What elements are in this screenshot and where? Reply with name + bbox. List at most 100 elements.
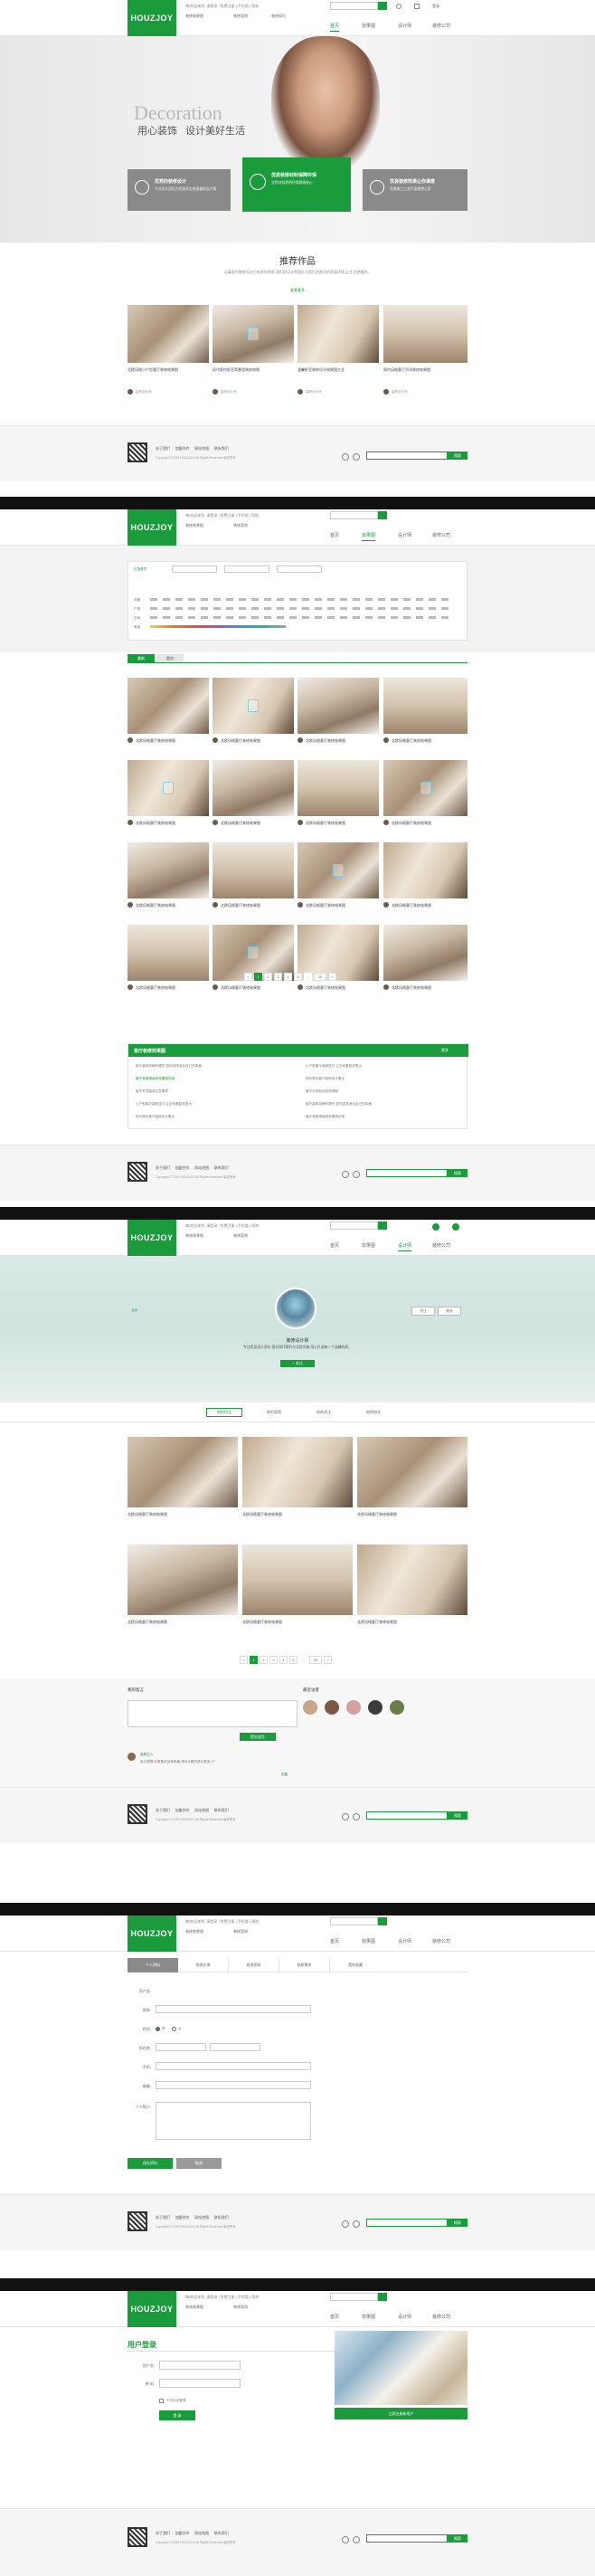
hero-card[interactable]: 优良装修效果让你满意 完美施工工艺打造理想之家 [363,169,468,211]
gender-radio-male[interactable] [156,2027,160,2031]
footer-link[interactable]: 网站地图 [194,446,209,451]
nav-gallery[interactable]: 效果图 [362,23,375,29]
city-select[interactable] [210,2043,260,2051]
search-button[interactable] [378,1917,387,1925]
footer-link[interactable]: 网站地图 [194,2215,209,2220]
gallery-caption[interactable]: 北欧风格客厅装修效果图 [136,821,208,826]
avatar[interactable] [212,737,218,743]
avatar[interactable] [128,984,133,990]
tab-password[interactable]: 修改密码 [229,1958,279,1972]
nav-designer[interactable]: 设计师 [398,23,411,29]
footer-search-input[interactable] [366,2534,448,2543]
gallery-caption[interactable]: 北欧风格客厅装修效果图 [306,738,378,744]
visitor-avatar[interactable] [303,1700,317,1715]
search-input[interactable] [330,511,378,519]
footer-link[interactable]: 联系我们 [214,446,229,451]
tab-avatar[interactable]: 修改头像 [178,1958,229,1972]
tab-hot[interactable]: 最热 [156,654,184,662]
page-number[interactable]: 20 [314,973,326,981]
avatar[interactable] [212,820,218,825]
gallery-caption[interactable]: 北欧风格客厅装修效果图 [392,738,464,744]
article-link[interactable]: 小户型客厅装修技巧 让空间看起来更大 [136,1102,192,1107]
work-caption[interactable]: 北欧风格客厅装修效果图 [357,1512,457,1517]
login-link[interactable]: 登录 [432,4,439,9]
footer-link[interactable]: 关于我们 [156,1165,170,1170]
gallery-caption[interactable]: 北欧风格客厅装修效果图 [392,821,464,826]
nav-link[interactable]: 装修效果图 [185,14,203,19]
reply-link[interactable]: 回复 [281,1773,288,1777]
footer-link[interactable]: 联系我们 [214,1808,229,1812]
article-link[interactable]: 客厅背景墙装修效果图欣赏 [306,1115,345,1119]
footer-search-input[interactable] [366,1169,448,1177]
gallery-caption[interactable]: 北欧风格客厅装修效果图 [136,738,208,744]
weibo-icon[interactable] [342,2220,349,2228]
site-logo[interactable]: HOUZJOY [128,1915,176,1952]
save-profile-button[interactable]: 保存资料 [128,2158,173,2169]
avatar[interactable] [212,902,218,908]
email-input[interactable] [156,2081,311,2089]
gallery-thumb[interactable] [383,842,468,898]
page-number[interactable]: 1 [250,1656,258,1664]
gallery-thumb[interactable] [298,760,379,816]
work-caption[interactable]: 北欧风格客厅装修效果图 [357,1620,457,1625]
work-caption[interactable]: 北欧风格客厅装修效果图 [128,1512,227,1517]
page-number[interactable]: 3 [269,1656,278,1664]
weibo-icon[interactable] [342,1171,349,1178]
gallery-caption[interactable]: 北欧风格客厅装修效果图 [136,903,208,908]
avatar[interactable] [298,820,303,825]
visitor-avatar[interactable] [390,1700,404,1715]
designer-work-thumb[interactable] [128,1437,238,1507]
footer-link[interactable]: 关于我们 [156,2531,170,2535]
tab-profile[interactable]: 个人资料 [128,1958,178,1972]
footer-link[interactable]: 加盟合作 [175,1165,190,1170]
remember-checkbox[interactable] [159,2399,164,2403]
gender-radio-female[interactable] [172,2027,176,2031]
recommend-more-link[interactable]: 查看更多 [0,288,595,293]
avatar[interactable] [383,389,389,394]
footer-search-button[interactable]: 搜索 [448,1811,468,1820]
filter-select[interactable] [224,566,269,573]
site-logo[interactable]: HOUZJOY [128,2291,176,2327]
gallery-thumb[interactable] [298,678,379,734]
article-link[interactable]: 客厅灯具如何选择搭配 [306,1089,338,1094]
stat-follow[interactable]: 关注 [411,1307,435,1316]
work-caption[interactable]: 北欧风格客厅装修效果图 [128,1620,227,1625]
hero-card[interactable]: 优秀的装修设计 专业设计团队为您量身定制温馨家居方案 [128,169,231,211]
nav-designer[interactable]: 设计师 [398,1242,412,1251]
search-button[interactable] [378,511,387,519]
gallery-caption[interactable]: 北欧风格客厅装修效果图 [221,985,293,991]
user-icon[interactable] [396,4,401,9]
gallery-thumb[interactable] [128,925,209,981]
login-button[interactable]: 登 录 [159,2410,195,2420]
footer-search-button[interactable]: 搜索 [448,1169,468,1177]
avatar[interactable] [383,737,389,743]
wechat-icon[interactable] [353,2220,360,2228]
avatar[interactable] [128,1753,136,1761]
page-prev[interactable]: < [240,1656,248,1664]
gallery-caption[interactable]: 北欧风格客厅装修效果图 [306,985,378,991]
wechat-icon[interactable] [353,453,360,461]
nav-designer[interactable]: 设计师 [398,532,411,538]
avatar[interactable] [383,902,389,908]
designer-work-thumb[interactable] [357,1437,468,1507]
footer-link[interactable]: 关于我们 [156,1808,170,1812]
nav-gallery[interactable]: 效果图 [362,1938,375,1944]
page-number[interactable]: 4 [279,1656,288,1664]
visitor-avatar[interactable] [368,1700,382,1715]
notification-icon[interactable] [452,1223,459,1231]
nav-gallery[interactable]: 效果图 [362,2314,375,2320]
footer-link[interactable]: 加盟合作 [175,446,190,451]
search-button[interactable] [378,2293,387,2301]
nav-gallery[interactable]: 效果图 [362,1242,375,1249]
footer-link[interactable]: 加盟合作 [175,1808,190,1812]
avatar[interactable] [212,389,218,394]
search-input[interactable] [330,1221,378,1230]
hero-card[interactable]: 优质装修材料保障环保 全程材料透明环保健康放心 [242,157,351,212]
article-link[interactable]: 客厅装修风格有哪些 如何选择适合自己的风格 [306,1102,372,1107]
nav-gallery[interactable]: 效果图 [362,532,376,541]
avatar[interactable] [383,984,389,990]
comment-textarea[interactable] [128,1700,298,1727]
tab-latest[interactable]: 最新 [128,654,155,662]
phone-input[interactable] [156,2062,311,2070]
avatar[interactable] [128,737,133,743]
